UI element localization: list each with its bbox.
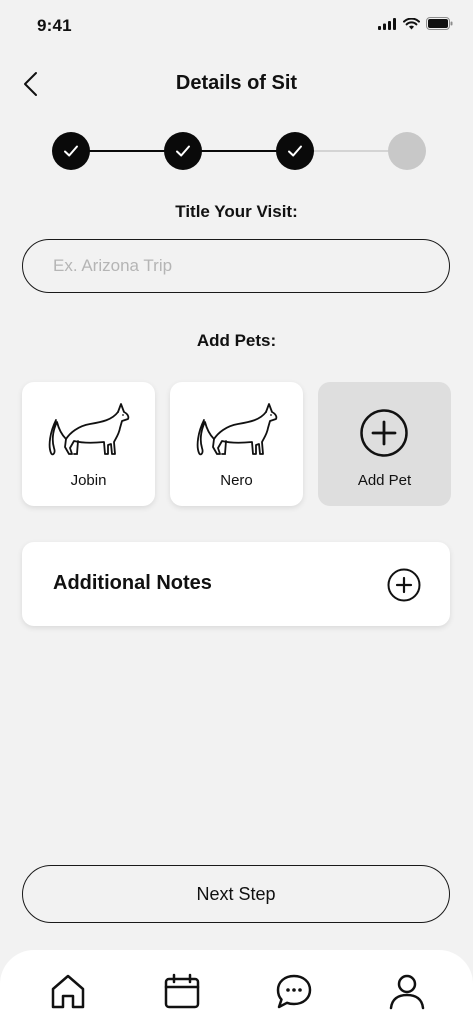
- pet-name: Nero: [220, 472, 253, 489]
- tab-calendar[interactable]: [162, 972, 202, 1012]
- step-1-complete: [52, 132, 90, 170]
- page-title: Details of Sit: [175, 72, 298, 94]
- add-pets-label: Add Pets:: [196, 331, 277, 350]
- home-icon: [51, 974, 85, 1009]
- step-4-pending: [388, 132, 426, 170]
- calendar-icon: [164, 973, 200, 1009]
- status-time: 9:41: [37, 16, 72, 35]
- tab-messages[interactable]: [274, 972, 314, 1012]
- visit-title-input[interactable]: [22, 239, 450, 293]
- checkmark-icon: [176, 145, 190, 157]
- additional-notes-label: Additional Notes: [53, 572, 212, 594]
- battery-icon: [426, 17, 453, 30]
- checkmark-icon: [64, 145, 78, 157]
- wifi-icon: [403, 17, 420, 29]
- pet-card-jobin[interactable]: Jobin: [22, 382, 155, 506]
- header: Details of Sit: [0, 62, 473, 106]
- tab-home[interactable]: [48, 972, 88, 1012]
- title-visit-label: Title Your Visit:: [175, 202, 298, 221]
- tab-profile[interactable]: [387, 972, 427, 1012]
- bottom-tab-bar: [0, 950, 473, 1024]
- pet-name: Jobin: [70, 472, 107, 489]
- chat-icon: [276, 974, 312, 1009]
- plus-circle-icon: [360, 409, 408, 457]
- signal-icon: [378, 17, 396, 30]
- cat-icon: [48, 403, 130, 456]
- step-3-complete: [276, 132, 314, 170]
- add-pet-label: Add Pet: [357, 472, 412, 489]
- checkmark-icon: [288, 145, 302, 157]
- status-icons: [378, 17, 453, 30]
- progress-stepper: [52, 132, 426, 170]
- add-pet-button[interactable]: Add Pet: [318, 382, 451, 506]
- additional-notes-card[interactable]: Additional Notes: [22, 542, 450, 626]
- step-2-complete: [164, 132, 202, 170]
- status-bar: 9:41: [0, 0, 473, 50]
- cat-icon: [196, 403, 278, 456]
- plus-circle-icon[interactable]: [387, 568, 421, 602]
- profile-icon: [389, 974, 425, 1010]
- next-step-button[interactable]: Next Step: [22, 865, 450, 923]
- pet-card-nero[interactable]: Nero: [170, 382, 303, 506]
